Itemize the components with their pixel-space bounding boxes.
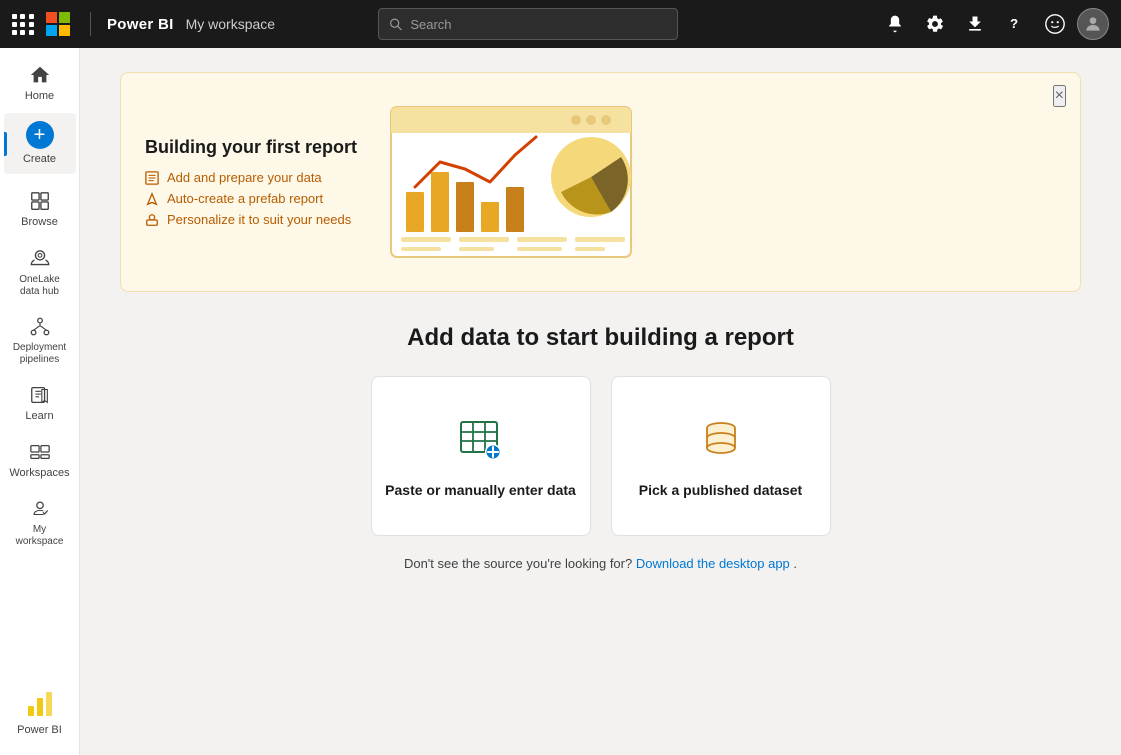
browse-icon [29, 190, 51, 212]
step2-label: Auto-create a prefab report [167, 191, 323, 206]
sidebar-home-label: Home [25, 90, 54, 103]
active-indicator [4, 132, 7, 156]
settings-button[interactable] [917, 6, 953, 42]
sidebar-item-browse[interactable]: Browse [4, 182, 76, 237]
sidebar-powerbi-label: Power BI [17, 724, 62, 737]
sidebar-create-label: Create [23, 153, 56, 166]
help-button[interactable]: ? [997, 6, 1033, 42]
main-layout: Home + Create Browse [0, 48, 1121, 755]
banner-step-2: Auto-create a prefab report [145, 191, 357, 206]
sidebar-browse-label: Browse [21, 216, 58, 229]
sidebar-workspaces-label: Workspaces [9, 467, 69, 480]
banner-title: Building your first report [145, 137, 357, 158]
user-avatar[interactable] [1077, 8, 1109, 40]
brand-name: Power BI [107, 16, 174, 33]
learn-icon [29, 384, 51, 406]
bottom-text-suffix: . [793, 556, 797, 571]
search-icon [389, 17, 402, 31]
banner-step-1: Add and prepare your data [145, 170, 357, 185]
onelake-icon [29, 248, 51, 270]
sidebar-item-workspaces[interactable]: Workspaces [4, 433, 76, 488]
create-icon: + [26, 121, 54, 149]
nav-divider [90, 12, 91, 36]
search-input[interactable] [410, 17, 667, 32]
main-content: Building your first report Add and prepa… [80, 48, 1121, 755]
published-dataset-label: Pick a published dataset [639, 482, 802, 498]
sidebar-item-learn[interactable]: Learn [4, 376, 76, 431]
download-desktop-link[interactable]: Download the desktop app [636, 556, 790, 571]
workspaces-icon [29, 441, 51, 463]
myworkspace-icon [29, 498, 51, 520]
workspace-name: My workspace [186, 16, 275, 32]
getting-started-banner: Building your first report Add and prepa… [120, 72, 1081, 292]
sidebar-item-myworkspace[interactable]: Myworkspace [4, 490, 76, 556]
step3-label: Personalize it to suit your needs [167, 212, 351, 227]
banner-steps: Add and prepare your data Auto-create a … [145, 170, 357, 227]
search-box[interactable] [378, 8, 678, 40]
home-icon [29, 64, 51, 86]
add-data-title: Add data to start building a report [120, 324, 1081, 352]
sidebar-onelake-label: OneLakedata hub [19, 274, 60, 298]
sidebar-item-create[interactable]: + Create [4, 113, 76, 174]
svg-text:?: ? [1010, 16, 1018, 31]
banner-close-button[interactable]: × [1053, 85, 1066, 107]
sidebar: Home + Create Browse [0, 48, 80, 755]
data-cards-container: Paste or manually enter data [120, 376, 1081, 536]
sidebar-item-home[interactable]: Home [4, 56, 76, 111]
step1-label: Add and prepare your data [167, 170, 322, 185]
powerbi-icon [24, 688, 56, 720]
add-data-section: Add data to start building a report [120, 324, 1081, 571]
download-button[interactable] [957, 6, 993, 42]
sidebar-learn-label: Learn [25, 410, 53, 423]
top-navigation: Power BI My workspace ? [0, 0, 1121, 48]
sidebar-item-deployment[interactable]: Deploymentpipelines [4, 308, 76, 374]
nav-right-icons: ? [877, 6, 1109, 42]
report-svg [381, 97, 641, 267]
paste-data-card[interactable]: Paste or manually enter data [371, 376, 591, 536]
banner-text: Building your first report Add and prepa… [145, 137, 357, 227]
paste-data-icon [455, 414, 507, 466]
banner-step-3: Personalize it to suit your needs [145, 212, 357, 227]
deployment-icon [29, 316, 51, 338]
feedback-button[interactable] [1037, 6, 1073, 42]
published-dataset-icon [695, 414, 747, 466]
sidebar-item-onelake[interactable]: OneLakedata hub [4, 240, 76, 306]
apps-grid-icon[interactable] [12, 14, 34, 35]
published-dataset-card[interactable]: Pick a published dataset [611, 376, 831, 536]
sidebar-bottom: Power BI [4, 680, 76, 747]
bottom-text-prefix: Don't see the source you're looking for? [404, 556, 632, 571]
sidebar-deployment-label: Deploymentpipelines [13, 342, 66, 366]
sidebar-myworkspace-label: Myworkspace [16, 524, 64, 548]
microsoft-logo [46, 12, 70, 36]
banner-illustration [381, 97, 641, 267]
sidebar-item-powerbi[interactable]: Power BI [4, 680, 76, 745]
paste-data-label: Paste or manually enter data [385, 482, 576, 498]
notifications-button[interactable] [877, 6, 913, 42]
bottom-text: Don't see the source you're looking for?… [120, 556, 1081, 571]
